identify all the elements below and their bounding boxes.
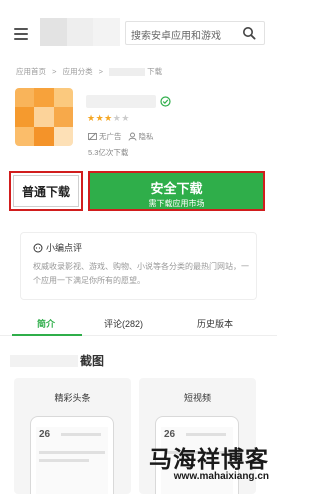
tab-history[interactable]: 历史版本 (197, 317, 233, 330)
app-icon-tile (34, 88, 54, 108)
breadcrumb-category[interactable]: 应用分类 (63, 67, 93, 76)
screenshot-card-1[interactable]: 精彩头条 26 (14, 378, 131, 494)
app-icon-tile (34, 107, 54, 127)
tab-intro[interactable]: 简介 (37, 317, 55, 330)
watermark-title: 马海祥博客 (149, 446, 269, 473)
screenshot-label: 精彩头条 (54, 393, 91, 403)
app-icon-tile (53, 107, 73, 127)
star-icon: ★ (104, 113, 113, 123)
app-icon (15, 88, 73, 146)
breadcrumb-separator: > (98, 67, 104, 76)
phone-date: 26 (39, 429, 51, 440)
blurred-app-name (109, 68, 146, 77)
watermark-url: www.mahaixiang.cn (173, 471, 269, 482)
screenshots-title: 截图 (80, 354, 105, 368)
top-bar: 搜索安卓应用和游戏 (0, 0, 277, 58)
blurred-app-title (86, 95, 156, 108)
menu-icon[interactable] (14, 28, 28, 40)
screenshots-heading: 截图 (10, 352, 104, 369)
privacy-icon (128, 132, 136, 141)
blurred-app-name (10, 354, 78, 367)
normal-download-button[interactable]: 普通下载 (9, 171, 83, 211)
review-title: 小编点评 (46, 243, 83, 253)
review-text: 权威收录影视、游戏、购物、小说等各分类的最热门网站，一个应用一下满足你所有的愿望… (33, 262, 249, 285)
download-count: 5.3亿次下载 (88, 148, 129, 157)
tag-privacy: 隐私 (128, 131, 154, 142)
phone-date: 26 (164, 429, 176, 440)
no-ads-icon (88, 132, 97, 141)
star-icon: ★ (95, 113, 105, 123)
comment-icon (33, 243, 43, 252)
active-tab-indicator (12, 334, 82, 336)
tag-no-ads: 无广告 (88, 131, 122, 142)
tag-label: 无广告 (99, 132, 122, 141)
app-icon-tile (15, 126, 35, 146)
breadcrumb-separator: > (52, 67, 57, 76)
star-icon: ★ (87, 113, 96, 123)
editor-review: 小编点评 权威收录影视、游戏、购物、小说等各分类的最热门网站，一个应用一下满足你… (20, 232, 257, 300)
screenshot-label: 短视频 (183, 393, 211, 403)
normal-download-label: 普通下载 (13, 175, 79, 207)
search-icon[interactable] (242, 26, 256, 40)
app-icon-tile (34, 126, 54, 146)
breadcrumb: 应用首页 > 应用分类 > 下载 (16, 66, 166, 77)
search-input[interactable]: 搜索安卓应用和游戏 (125, 21, 265, 45)
app-tags: 无广告 隐私 (88, 131, 154, 142)
app-icon-tile (53, 126, 73, 146)
app-icon-tile (15, 107, 35, 127)
rating-stars: ★★★★★ (87, 113, 130, 124)
detail-tabs: 简介 评论(282) 历史版本 (0, 308, 277, 336)
breadcrumb-current: 下载 (147, 67, 163, 76)
app-icon-tile (53, 88, 73, 108)
app-icon-tile (15, 88, 35, 108)
safe-download-sublabel: 需下载应用市场 (148, 199, 205, 208)
phone-mockup: 26 (30, 416, 114, 494)
star-icon: ★ (121, 113, 130, 123)
breadcrumb-home[interactable]: 应用首页 (16, 67, 46, 76)
site-logo[interactable] (40, 18, 121, 46)
verified-icon (160, 96, 171, 107)
safe-download-label: 安全下载 (150, 181, 203, 196)
review-header: 小编点评 (33, 241, 82, 254)
search-placeholder: 搜索安卓应用和游戏 (131, 31, 221, 42)
safe-download-button[interactable]: 安全下载 需下载应用市场 (88, 171, 265, 211)
tag-label: 隐私 (138, 132, 154, 141)
blog-watermark: 马海祥博客 www.mahaixiang.cn (125, 440, 277, 494)
tab-comments[interactable]: 评论(282) (104, 317, 143, 330)
